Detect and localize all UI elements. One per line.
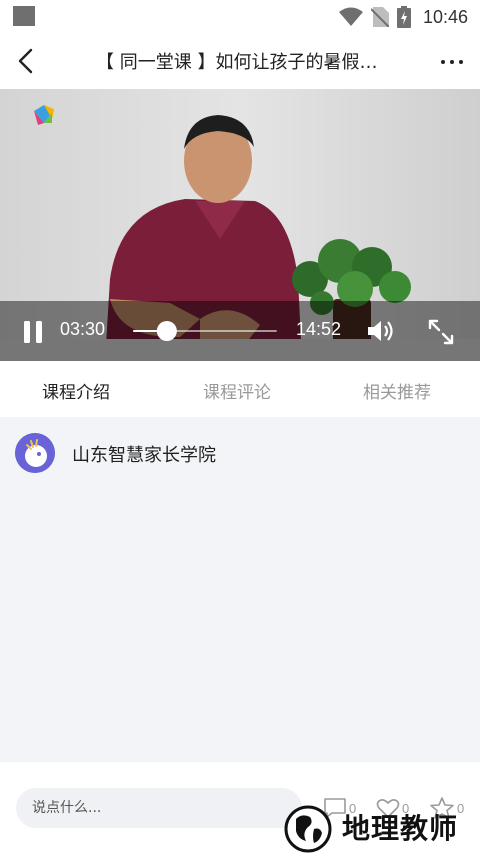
watermark: 地理教师 — [280, 800, 480, 853]
status-bar: 10:46 — [0, 0, 480, 34]
tab-course-intro[interactable]: 课程介绍 — [42, 378, 110, 403]
chevron-left-icon — [18, 48, 33, 74]
fullscreen-icon — [428, 319, 454, 345]
progress-thumb — [156, 321, 177, 341]
comment-input[interactable] — [16, 788, 302, 828]
wifi-icon — [338, 7, 363, 26]
globe-logo — [284, 805, 332, 852]
tab-course-comments[interactable]: 课程评论 — [203, 378, 271, 403]
avatar[interactable] — [15, 433, 55, 473]
title-bar: 【 同一堂课 】如何让孩子的暑假… — [0, 34, 480, 88]
current-time: 03:30 — [60, 319, 106, 339]
status-icons: 10:46 — [338, 4, 468, 30]
app-notification-icon — [13, 6, 35, 26]
progress-slider[interactable] — [133, 319, 277, 343]
author-name[interactable]: 山东智慧家长学院 — [72, 441, 216, 467]
no-sim-icon — [370, 7, 389, 27]
watermark-text: 地理教师 — [342, 811, 459, 845]
pause-icon — [24, 321, 42, 343]
mascot-icon — [15, 433, 55, 473]
volume-icon — [368, 321, 393, 341]
player-controls: 03:30 14:52 — [0, 301, 480, 361]
duration: 14:52 — [296, 319, 342, 339]
back-button[interactable] — [10, 44, 44, 78]
battery-charging-icon — [396, 6, 411, 28]
tab-bar: 课程介绍 课程评论 相关推荐 — [0, 361, 480, 417]
more-button[interactable] — [438, 48, 466, 76]
tab-related[interactable]: 相关推荐 — [363, 378, 431, 403]
course-intro-panel: 山东智慧家长学院 — [0, 417, 480, 762]
clock: 10:46 — [422, 6, 468, 27]
more-horizontal-icon — [441, 60, 463, 64]
page-title: 【 同一堂课 】如何让孩子的暑假… — [96, 52, 378, 73]
video-player[interactable]: 03:30 14:52 — [0, 89, 480, 361]
progress-track — [133, 321, 277, 341]
